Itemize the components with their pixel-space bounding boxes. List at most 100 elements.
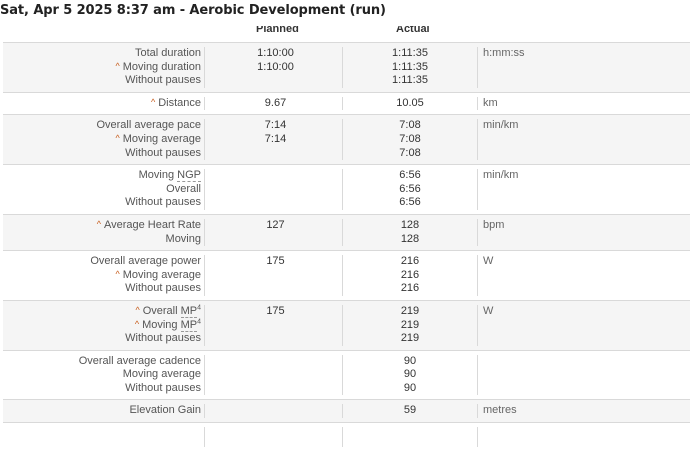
metric-label-text: Without pauses <box>125 74 201 87</box>
actual-value: 1:11:35 <box>392 74 428 87</box>
row-labels: ^ Distance <box>3 97 204 111</box>
metric-label: Moving NGP <box>3 169 201 183</box>
row-labels: Overall average pace ^ Moving average Witho… <box>3 119 204 160</box>
footnote-marker: 4 <box>197 317 201 325</box>
metric-abbreviation[interactable]: NGP <box>177 169 201 183</box>
actual-value: 7:08 <box>399 146 421 159</box>
metric-label[interactable]: ^ Moving MP4 <box>3 317 201 333</box>
actual-value: 90 <box>403 381 417 394</box>
metric-label-text: Distance <box>158 96 201 109</box>
table-row: ^ Overall MP4 ^ Moving MP4 Without pauses 175… <box>3 300 690 351</box>
planned-cell <box>204 354 343 396</box>
metric-label: Overall <box>3 183 201 197</box>
metric-label: Elevation Gain <box>3 404 201 418</box>
table-row: Overall average cadence Moving average Wit… <box>3 351 690 401</box>
unit-label: bpm <box>483 218 505 231</box>
table-row <box>3 423 690 451</box>
row-labels: Overall average cadence Moving average Wit… <box>3 355 204 396</box>
caret-up-icon[interactable]: ^ <box>115 60 119 74</box>
metric-label: Overall average pace <box>3 119 201 133</box>
actual-value: 59 <box>403 404 417 417</box>
metric-label: Total duration <box>3 47 201 61</box>
metric-label-text: Overall average power <box>90 255 201 268</box>
table-row: Moving NGP Overall Without pauses 6:56 6:56 6… <box>3 165 690 215</box>
row-labels: Elevation Gain <box>3 404 204 418</box>
metric-label-text: Total duration <box>134 47 201 59</box>
actual-cell: 90 90 90 <box>343 354 478 396</box>
planned-cell: 9.67 <box>204 96 343 111</box>
planned-cell: 7:14 7:14 <box>204 119 343 161</box>
planned-column-header: Planned <box>256 26 299 35</box>
row-labels: Overall average power ^ Moving average With… <box>3 255 204 296</box>
metric-abbreviation[interactable]: MP <box>180 318 198 332</box>
actual-value: 6:56 <box>399 196 421 209</box>
metric-label-text: Moving average <box>122 368 201 381</box>
metric-label: Moving average <box>3 368 201 382</box>
planned-cell: 127 <box>204 218 343 247</box>
unit-label: km <box>483 96 498 109</box>
actual-value: 216 <box>400 282 420 295</box>
actual-cell: 59 <box>343 404 478 419</box>
metric-label-text: Moving duration <box>122 60 201 73</box>
row-labels: Moving NGP Overall Without pauses <box>3 169 204 210</box>
unit-label: min/km <box>483 169 519 182</box>
actual-cell: 10.05 <box>343 96 478 111</box>
metric-label: Without pauses <box>3 147 201 161</box>
planned-cell: 175 <box>204 255 343 296</box>
metric-abbreviation[interactable]: MP <box>180 304 198 318</box>
actual-cell: 128 128 <box>343 218 478 247</box>
metric-label-text: Moving <box>138 169 178 182</box>
unit-label: min/km <box>483 119 519 132</box>
metric-label-text: Overall <box>142 304 181 317</box>
caret-up-icon[interactable]: ^ <box>115 268 119 282</box>
caret-up-icon[interactable]: ^ <box>97 218 101 232</box>
metric-label-text: Overall average pace <box>96 119 201 132</box>
actual-value: 219 <box>400 332 420 345</box>
metric-label-text: Moving <box>142 318 181 331</box>
metric-label-text: Without pauses <box>125 381 201 394</box>
planned-value: 127 <box>266 218 285 231</box>
actual-value: 128 <box>400 218 420 231</box>
table-row: ^ Distance 9.67 10.05 km <box>3 93 690 116</box>
table-row: Overall average pace ^ Moving average Witho… <box>3 115 690 166</box>
row-labels: ^ Average Heart Rate Moving <box>3 219 204 246</box>
metric-label-text: Overall average cadence <box>78 354 201 367</box>
caret-up-icon[interactable]: ^ <box>135 304 139 318</box>
column-header: Planned Actual <box>0 26 690 40</box>
actual-value: 1:11:35 <box>392 60 428 73</box>
metric-label-text: Moving average <box>122 132 201 145</box>
metric-label: Without pauses <box>3 74 201 88</box>
actual-cell: 6:56 6:56 6:56 <box>343 169 478 210</box>
metric-label[interactable]: ^ Moving duration <box>3 61 201 75</box>
planned-value: 1:10:00 <box>257 60 294 73</box>
caret-up-icon[interactable]: ^ <box>151 96 155 110</box>
table-row: Total duration ^ Moving duration Without pa… <box>3 43 690 93</box>
actual-value: 128 <box>400 232 420 245</box>
caret-up-icon[interactable]: ^ <box>135 318 139 332</box>
row-labels: Total duration ^ Moving duration Without pa… <box>3 47 204 88</box>
row-labels: ^ Overall MP4 ^ Moving MP4 Without pauses <box>3 304 204 346</box>
metric-label[interactable]: ^ Overall MP4 <box>3 304 201 319</box>
metric-label[interactable]: ^ Average Heart Rate <box>3 219 201 233</box>
actual-cell: 7:08 7:08 7:08 <box>343 119 478 161</box>
table-row: Elevation Gain 59 metres <box>3 400 690 424</box>
metric-label-text: Without pauses <box>125 196 201 209</box>
metric-label[interactable]: ^ Distance <box>3 97 201 111</box>
actual-value: 216 <box>400 268 420 281</box>
metric-label: Without pauses <box>3 332 201 346</box>
actual-value: 6:56 <box>399 182 421 195</box>
planned-cell: 175 <box>204 304 343 346</box>
actual-value: 7:08 <box>399 132 421 145</box>
metric-label[interactable]: ^ Moving average <box>3 133 201 147</box>
planned-value: 9.67 <box>264 96 287 109</box>
actual-value: 1:11:35 <box>392 47 428 59</box>
metric-label[interactable]: ^ Moving average <box>3 269 201 283</box>
metric-label-text: Overall <box>166 182 201 195</box>
actual-cell: 1:11:35 1:11:35 1:11:35 <box>343 47 478 88</box>
actual-cell: 216 216 216 <box>343 255 478 296</box>
metric-label: Overall average cadence <box>3 355 201 369</box>
actual-value: 10.05 <box>396 96 424 109</box>
metric-label: Overall average power <box>3 255 201 269</box>
caret-up-icon[interactable]: ^ <box>115 132 119 146</box>
planned-value: 7:14 <box>264 132 287 145</box>
